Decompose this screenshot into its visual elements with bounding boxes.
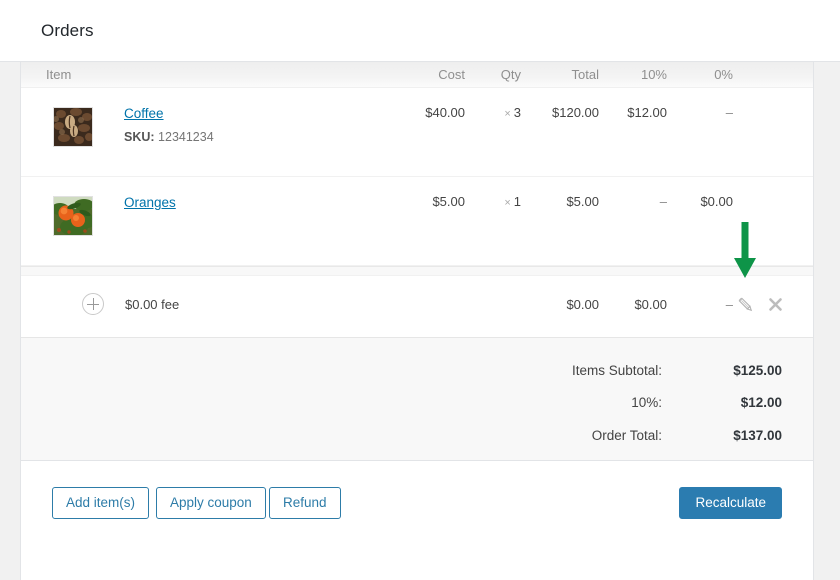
apply-coupon-button[interactable]: Apply coupon [156,487,266,519]
right-gutter [814,62,840,580]
panel-footer: Add item(s) Apply coupon Refund Recalcul… [21,461,813,552]
total-line-tax-10: 10%: $12.00 [352,395,782,415]
items-table-header: Item Cost Qty Total 10% 0% [21,62,813,88]
recalculate-button[interactable]: Recalculate [679,487,782,519]
column-header-qty: Qty [500,67,521,82]
total-line-items-subtotal: Items Subtotal: $125.00 [352,363,782,383]
column-header-tax-10: 10% [640,67,667,82]
total-label: Order Total: [591,428,662,443]
cell-fee-total: $0.00 [566,297,599,312]
total-value: $137.00 [733,428,782,443]
refund-button[interactable]: Refund [269,487,341,519]
cell-qty: × 1 [504,194,521,209]
column-header-total: Total [571,67,599,82]
cell-cost: $40.00 [425,105,465,120]
page-title: Orders [41,21,94,40]
total-value: $125.00 [733,363,782,378]
fee-row[interactable]: $0.00 fee $0.00 $0.00 – [21,276,813,338]
total-label: 10%: [631,395,662,410]
total-value: $12.00 [740,395,782,410]
table-row[interactable]: Oranges $5.00 × 1 $5.00 – $0.00 [21,177,813,266]
cell-fee-tax-10: $0.00 [634,297,667,312]
left-gutter [0,62,20,580]
order-items-panel: Item Cost Qty Total 10% 0% Coffee SKU: 1… [20,62,814,580]
pencil-icon[interactable] [735,294,759,318]
total-line-order-total: Order Total: $137.00 [352,428,782,448]
cell-total: $120.00 [552,105,599,120]
cell-tax-10: – [659,194,667,209]
cell-fee-tax-0: – [725,297,733,312]
cell-tax-0: – [725,105,733,120]
column-header-cost: Cost [438,67,465,82]
product-sku: SKU: 12341234 [124,130,214,144]
row-action-buttons [735,294,795,318]
cell-tax-0: $0.00 [700,194,733,209]
total-label: Items Subtotal: [571,363,662,378]
table-row[interactable]: Coffee SKU: 12341234 $40.00 × 3 $120.00 $… [21,88,813,177]
add-items-button[interactable]: Add item(s) [52,487,150,519]
cell-total: $5.00 [566,194,599,209]
order-totals-section: Items Subtotal: $125.00 10%: $12.00 Orde… [21,338,813,461]
close-x-icon[interactable] [765,294,789,318]
cell-tax-10: $12.00 [627,105,667,120]
cell-cost: $5.00 [432,194,465,209]
cell-qty: × 3 [504,105,521,120]
top-header-bar: Orders [0,0,840,62]
section-divider [21,266,813,276]
column-header-tax-0: 0% [714,67,733,82]
column-header-item: Item [46,67,72,82]
